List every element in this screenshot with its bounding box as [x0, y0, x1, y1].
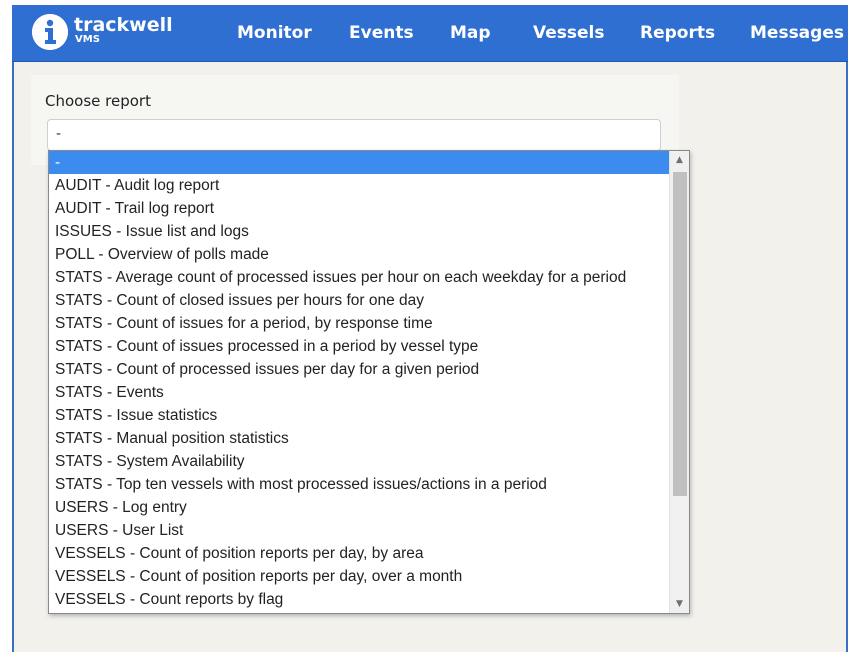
trackwell-logo-icon[interactable]: [32, 14, 68, 50]
dropdown-option[interactable]: VESSELS - Count of position reports per …: [49, 542, 669, 565]
dropdown-option[interactable]: STATS - Issue statistics: [49, 404, 669, 427]
nav-vessels[interactable]: Vessels: [533, 22, 604, 44]
dropdown-option[interactable]: -: [49, 151, 669, 174]
scrollbar-thumb[interactable]: [673, 172, 687, 496]
dropdown-option[interactable]: STATS - Count of closed issues per hours…: [49, 289, 669, 312]
top-navbar: trackwell VMS Monitor Events Map Vessels…: [12, 5, 848, 62]
report-select-value: -: [56, 126, 62, 142]
nav-map[interactable]: Map: [450, 22, 491, 44]
dropdown-option[interactable]: POLL - Overview of polls made: [49, 243, 669, 266]
choose-report-label: Choose report: [45, 92, 151, 110]
nav-reports[interactable]: Reports: [640, 22, 715, 44]
dropdown-options: - AUDIT - Audit log report AUDIT - Trail l…: [49, 151, 669, 611]
dropdown-option[interactable]: STATS - Average count of processed issue…: [49, 266, 669, 289]
dropdown-option[interactable]: STATS - Count of issues processed in a p…: [49, 335, 669, 358]
dropdown-option[interactable]: STATS - Top ten vessels with most proces…: [49, 473, 669, 496]
dropdown-option[interactable]: STATS - System Availability: [49, 450, 669, 473]
dropdown-option[interactable]: ISSUES - Issue list and logs: [49, 220, 669, 243]
scroll-up-arrow-icon[interactable]: ▲: [670, 151, 689, 169]
dropdown-option[interactable]: VESSELS - Count of position reports per …: [49, 565, 669, 588]
dropdown-option[interactable]: VESSELS - Count reports by flag: [49, 588, 669, 611]
dropdown-option[interactable]: STATS - Manual position statistics: [49, 427, 669, 450]
dropdown-option[interactable]: AUDIT - Trail log report: [49, 197, 669, 220]
brand-name: trackwell: [74, 14, 173, 36]
dropdown-option[interactable]: STATS - Count of processed issues per da…: [49, 358, 669, 381]
dropdown-option[interactable]: AUDIT - Audit log report: [49, 174, 669, 197]
nav-events[interactable]: Events: [349, 22, 414, 44]
brand-subtitle: VMS: [75, 34, 100, 45]
dropdown-option[interactable]: STATS - Count of issues for a period, by…: [49, 312, 669, 335]
nav-messages[interactable]: Messages: [750, 22, 844, 44]
dropdown-scrollbar[interactable]: ▲ ▼: [669, 151, 689, 613]
scroll-down-arrow-icon[interactable]: ▼: [670, 595, 689, 613]
dropdown-option[interactable]: USERS - Log entry: [49, 496, 669, 519]
dropdown-option[interactable]: STATS - Events: [49, 381, 669, 404]
report-select[interactable]: -: [47, 119, 661, 151]
nav-monitor[interactable]: Monitor: [237, 22, 312, 44]
report-dropdown-list[interactable]: - AUDIT - Audit log report AUDIT - Trail l…: [48, 150, 690, 614]
dropdown-option[interactable]: USERS - User List: [49, 519, 669, 542]
